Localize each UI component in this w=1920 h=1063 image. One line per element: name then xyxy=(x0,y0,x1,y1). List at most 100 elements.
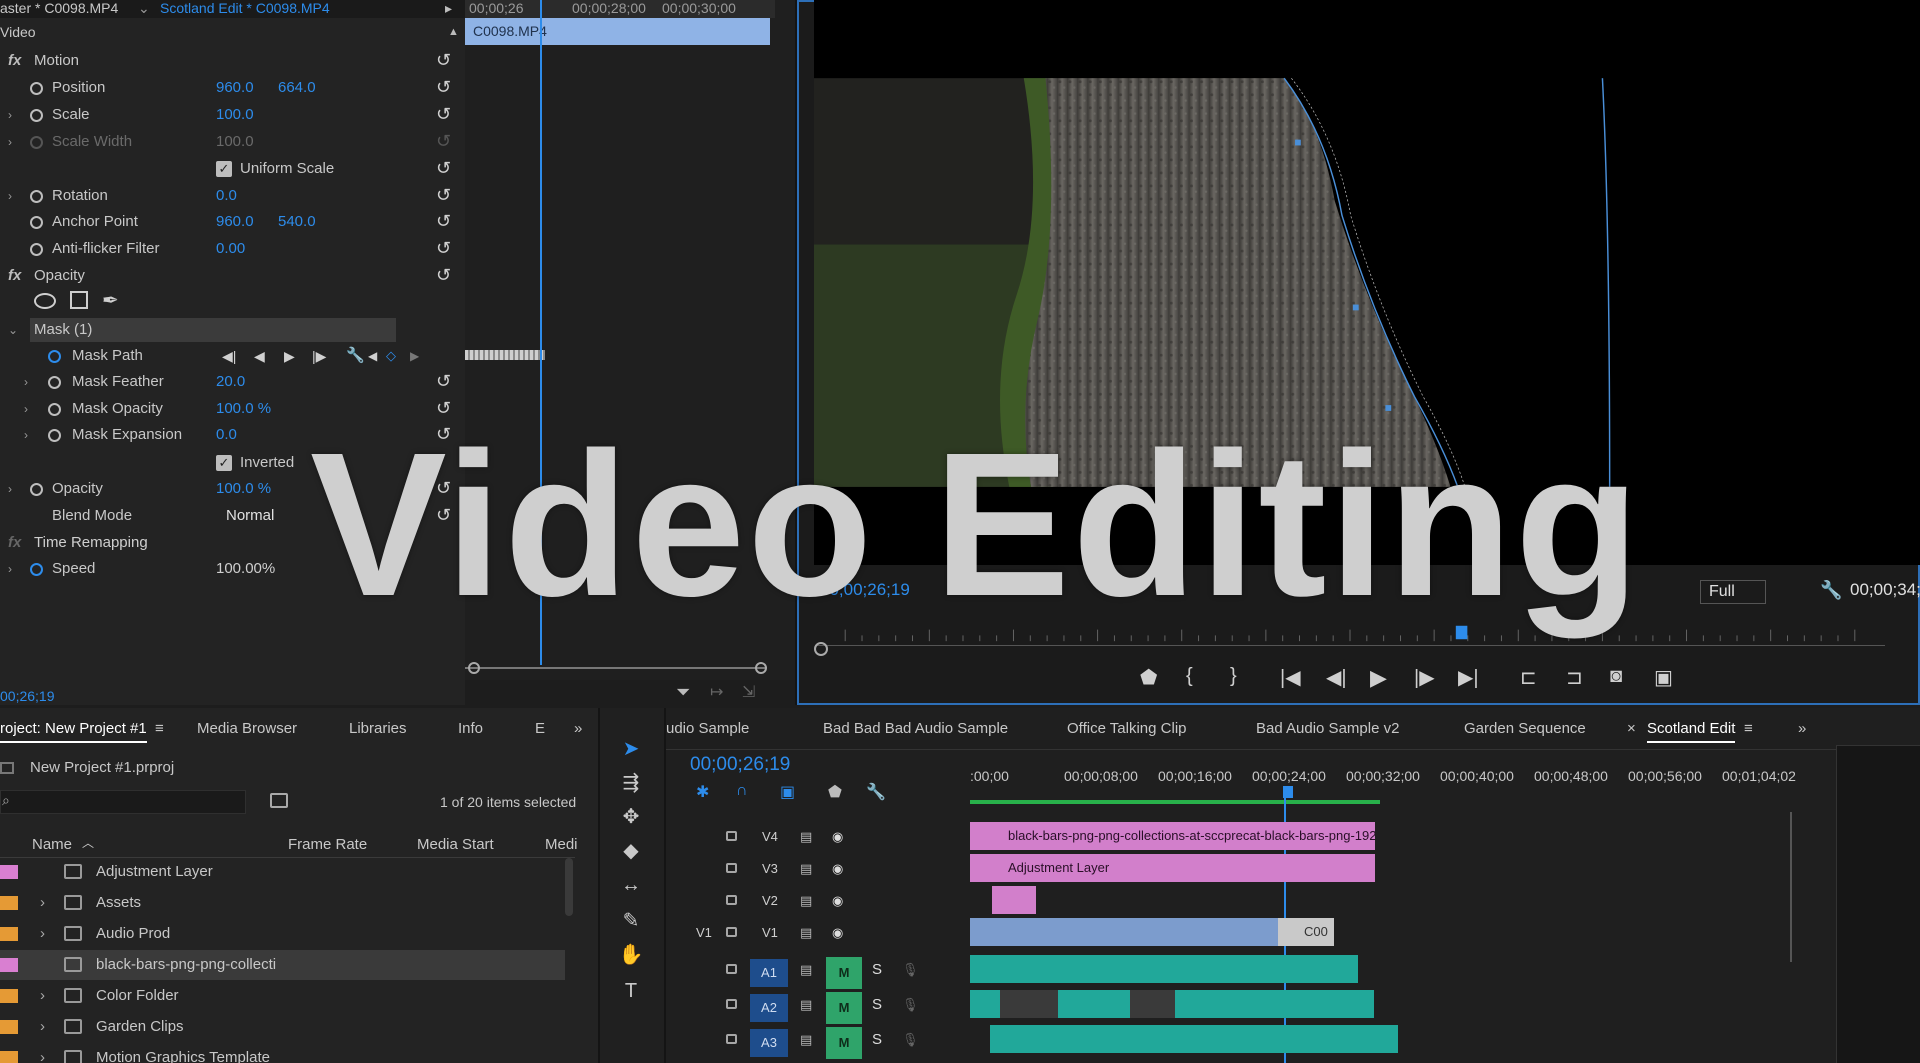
sequence-clip-tab[interactable]: Scotland Edit * C0098.MP4 xyxy=(160,0,330,16)
tab-libraries[interactable]: Libraries xyxy=(349,720,407,737)
eye-icon[interactable]: ◉ xyxy=(832,854,843,884)
inverted-checkbox[interactable]: ✓ xyxy=(216,455,232,471)
new-bin-icon[interactable] xyxy=(270,793,288,808)
track-target[interactable]: A1 xyxy=(750,959,788,987)
tab-audio-sample[interactable]: udio Sample xyxy=(666,720,749,737)
master-clip-tab[interactable]: aster * C0098.MP4 xyxy=(0,0,118,16)
comparison-view-icon[interactable]: ▣ xyxy=(1654,665,1673,690)
play-icon[interactable]: ▶ xyxy=(284,343,295,369)
chevron-right-icon[interactable]: › xyxy=(24,369,28,395)
project-item[interactable]: Adjustment Layer xyxy=(0,857,565,887)
sync-lock-icon[interactable]: ▤ xyxy=(800,990,812,1020)
stopwatch-icon[interactable] xyxy=(30,563,43,576)
position-x-value[interactable]: 960.0 xyxy=(216,75,254,101)
tab-garden-sequence[interactable]: Garden Sequence xyxy=(1464,720,1586,737)
razor-tool-icon[interactable]: ◆ xyxy=(618,838,644,864)
stopwatch-icon[interactable] xyxy=(48,403,61,416)
chevron-right-icon[interactable]: › xyxy=(40,919,45,949)
mask-name-label[interactable]: Mask (1) xyxy=(34,317,92,343)
timeline-gap[interactable] xyxy=(1000,990,1058,1018)
mask-expansion-value[interactable]: 0.0 xyxy=(216,422,237,448)
track-name[interactable]: V4 xyxy=(762,822,778,852)
microphone-icon[interactable]: 🎙 xyxy=(902,955,919,985)
ec-time-ruler[interactable]: 00;00;26 00;00;28;00 00;00;30;00 xyxy=(465,0,775,18)
lock-icon[interactable] xyxy=(726,831,737,841)
a3-audio-clip[interactable] xyxy=(990,1025,1398,1053)
track-forward-icon[interactable]: |▶ xyxy=(312,343,326,369)
sync-lock-icon[interactable]: ▤ xyxy=(800,918,812,948)
speed-value[interactable]: 100.00% xyxy=(216,556,275,582)
project-scrollbar[interactable] xyxy=(565,858,573,916)
project-item[interactable]: › Motion Graphics Template xyxy=(0,1043,565,1063)
source-patch[interactable]: V1 xyxy=(696,918,712,948)
wrench-icon[interactable]: 🔧 xyxy=(346,343,365,369)
send-icon[interactable]: ⇲ xyxy=(742,682,755,702)
adjustment-layer-clip[interactable]: Adjustment Layer xyxy=(970,854,1375,882)
play-only-icon[interactable]: ▸ xyxy=(445,0,452,16)
track-name[interactable]: V3 xyxy=(762,854,778,884)
chevron-right-icon[interactable]: › xyxy=(24,396,28,422)
project-item[interactable]: › Garden Clips xyxy=(0,1012,565,1042)
blend-mode-select[interactable]: Normal xyxy=(226,503,274,529)
stopwatch-icon[interactable] xyxy=(48,429,61,442)
mute-button[interactable]: M xyxy=(826,957,862,989)
reset-icon[interactable]: ↺ xyxy=(436,266,452,284)
go-to-out-icon[interactable]: ▶| xyxy=(1458,665,1479,690)
solo-button[interactable]: S xyxy=(872,990,882,1020)
stopwatch-icon[interactable] xyxy=(30,216,43,229)
tab-office-talking-clip[interactable]: Office Talking Clip xyxy=(1067,720,1187,737)
lock-icon[interactable] xyxy=(726,1034,737,1044)
label-color-swatch[interactable] xyxy=(0,865,18,879)
tab-bad-bad-bad-audio-sample[interactable]: Bad Bad Bad Audio Sample xyxy=(823,720,1008,737)
mark-in-icon[interactable]: { xyxy=(1186,665,1193,688)
mute-button[interactable]: M xyxy=(826,992,862,1024)
mask-keyframes[interactable] xyxy=(465,350,545,360)
tab-media-browser[interactable]: Media Browser xyxy=(197,720,297,737)
wrench-icon[interactable]: 🔧 xyxy=(866,782,886,802)
column-media-truncated[interactable]: Medi xyxy=(545,836,578,853)
previous-keyframe-icon[interactable]: ◀ xyxy=(368,343,377,369)
track-backward-icon[interactable]: ◀| xyxy=(222,343,236,369)
label-color-swatch[interactable] xyxy=(0,958,18,972)
position-y-value[interactable]: 664.0 xyxy=(278,75,316,101)
v2-clip[interactable] xyxy=(992,886,1036,914)
tab-info[interactable]: Info xyxy=(458,720,483,737)
solo-button[interactable]: S xyxy=(872,1025,882,1055)
mask-vertex[interactable] xyxy=(1295,139,1301,146)
ellipse-mask-icon[interactable] xyxy=(34,293,56,309)
motion-effect-row[interactable]: fx Motion ↺ xyxy=(0,48,465,74)
stopwatch-icon[interactable] xyxy=(30,190,43,203)
track-target[interactable]: A2 xyxy=(750,994,788,1022)
sync-lock-icon[interactable]: ▤ xyxy=(800,822,812,852)
column-media-start[interactable]: Media Start xyxy=(417,836,494,853)
eye-icon[interactable]: ◉ xyxy=(832,822,843,852)
mask-feather-value[interactable]: 20.0 xyxy=(216,369,245,395)
project-search-input[interactable] xyxy=(0,790,246,814)
close-tab-icon[interactable]: × xyxy=(1627,720,1636,737)
mask-opacity-value[interactable]: 100.0 % xyxy=(216,396,271,422)
step-backward-icon[interactable]: ◀ xyxy=(254,343,265,369)
slip-tool-icon[interactable]: ↔ xyxy=(618,872,644,898)
reset-icon[interactable]: ↺ xyxy=(436,105,452,123)
camera-icon[interactable]: ◙ xyxy=(1610,665,1622,688)
black-bars-clip[interactable]: black-bars-png-png-collections-at-sccpre… xyxy=(970,822,1375,850)
hand-tool-icon[interactable]: ✋ xyxy=(618,942,644,968)
ripple-edit-tool-icon[interactable]: ✥ xyxy=(618,804,644,830)
go-to-in-icon[interactable]: |◀ xyxy=(1280,665,1301,690)
tab-scotland-edit[interactable]: Scotland Edit xyxy=(1647,720,1736,743)
double-chevron-right-icon[interactable]: » xyxy=(1798,720,1806,737)
reset-icon[interactable]: ↺ xyxy=(436,51,452,69)
anti-flicker-value[interactable]: 0.00 xyxy=(216,236,245,262)
lock-icon[interactable] xyxy=(726,964,737,974)
rotation-value[interactable]: 0.0 xyxy=(216,183,237,209)
linked-selection-icon[interactable]: ▣ xyxy=(780,782,795,802)
column-frame-rate[interactable]: Frame Rate xyxy=(288,836,367,853)
chevron-right-icon[interactable]: › xyxy=(40,1012,45,1042)
reset-icon[interactable]: ↺ xyxy=(436,372,452,390)
label-color-swatch[interactable] xyxy=(0,927,18,941)
export-icon[interactable]: ↦ xyxy=(710,682,723,702)
double-chevron-right-icon[interactable]: » xyxy=(574,720,582,737)
stopwatch-icon[interactable] xyxy=(30,109,43,122)
chevron-down-icon[interactable]: ⌄ xyxy=(8,317,18,343)
type-tool-icon[interactable]: T xyxy=(618,978,644,1004)
